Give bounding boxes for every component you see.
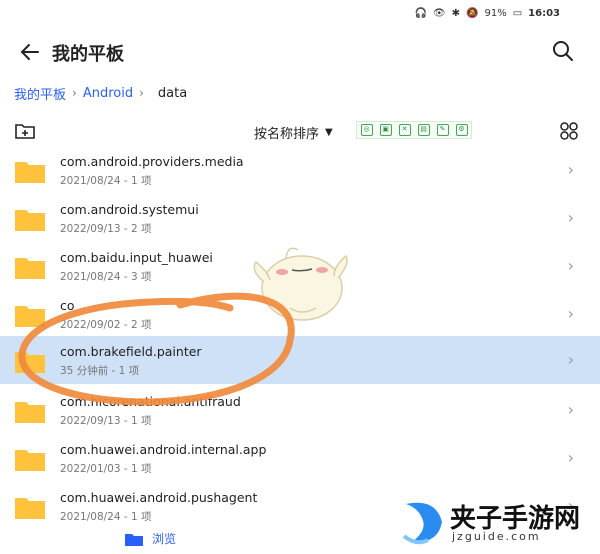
settings-icon[interactable]: ⚙ (455, 124, 468, 136)
file-meta: 2021/08/24 - 3 项 (60, 271, 152, 283)
grid-view-button[interactable] (560, 122, 578, 140)
chevron-right-icon: › (139, 86, 144, 100)
file-meta: 2021/08/24 - 1 项 (60, 511, 152, 523)
edit-icon[interactable]: ✎ (436, 124, 449, 136)
file-meta: 2022/01/03 - 1 项 (60, 463, 152, 475)
file-name: com.brakefield.painter (60, 344, 202, 359)
file-row[interactable]: com.brakefield.painter 35 分钟前 - 1 项 › (0, 336, 600, 384)
chevron-right-icon: › (567, 448, 574, 467)
site-watermark: 夹子手游网 jzguide.com (396, 492, 596, 552)
headphone-icon: 🎧 (414, 8, 427, 19)
folder-icon (15, 352, 45, 373)
chevron-right-icon: › (72, 86, 77, 100)
folder-icon (15, 402, 45, 423)
folder-icon (125, 533, 143, 546)
zoom-icon[interactable]: ◎ (360, 124, 373, 136)
file-name: com.huawei.android.pushagent (60, 490, 258, 505)
bluetooth-icon: ✱ (451, 8, 461, 19)
folder-icon (15, 498, 45, 519)
breadcrumb: 我的平板 › Android › data (14, 84, 188, 103)
mascot-sticker (253, 247, 348, 321)
bottom-nav-browse[interactable]: 浏览 (124, 530, 176, 547)
new-folder-button[interactable] (14, 122, 36, 140)
file-meta: 2022/09/02 - 2 项 (60, 319, 152, 331)
folder-icon (15, 162, 45, 183)
sort-dropdown[interactable]: 按名称排序 ▼ (254, 123, 333, 142)
chevron-right-icon: › (567, 400, 574, 419)
chevron-right-icon: › (567, 350, 574, 369)
chevron-right-icon: › (567, 256, 574, 275)
search-icon (553, 41, 573, 61)
folder-icon (15, 258, 45, 279)
floating-tool-strip: ◎ ▣ ✕ ▤ ✎ ⚙ (356, 121, 472, 139)
watermark-url: jzguide.com (452, 530, 541, 543)
page-title: 我的平板 (52, 44, 124, 65)
file-name: co (60, 298, 75, 313)
file-row[interactable]: com.android.providers.media 2021/08/24 - … (0, 146, 600, 194)
file-meta: 2022/09/13 - 1 项 (60, 415, 152, 427)
battery-icon: ▭ (512, 8, 523, 19)
watermark-logo (402, 502, 442, 545)
crop-icon[interactable]: ✕ (398, 124, 411, 136)
file-name: com.android.systemui (60, 202, 199, 217)
bottom-nav-browse-label: 浏览 (152, 532, 177, 546)
status-icons: 🎧 👁 ✱ 🔕 91% ▭ 16:03 (414, 8, 560, 19)
file-name: com.huawei.android.internal.app (60, 442, 267, 457)
breadcrumb-item-android[interactable]: Android (83, 86, 133, 101)
folder-plus-icon (15, 124, 35, 139)
file-meta: 2022/09/13 - 2 项 (60, 223, 152, 235)
grid-icon (560, 122, 578, 140)
file-meta: 35 分钟前 - 1 项 (60, 365, 140, 377)
chevron-right-icon: › (567, 208, 574, 227)
file-row[interactable]: com.huawei.android.internal.app 2022/01/0… (0, 434, 600, 482)
folder-icon (15, 210, 45, 231)
search-button[interactable] (552, 40, 574, 62)
file-list: com.android.providers.media 2021/08/24 - … (0, 146, 600, 526)
folder-icon (15, 450, 45, 471)
sort-label: 按名称排序 (254, 127, 320, 142)
mute-icon: 🔕 (466, 8, 479, 19)
breadcrumb-item-my-tablet[interactable]: 我的平板 (14, 84, 66, 103)
caret-down-icon: ▼ (325, 127, 333, 138)
image-icon[interactable]: ▤ (417, 124, 430, 136)
file-row[interactable]: com.hicorenational.antifraud 2022/09/13 -… (0, 386, 600, 434)
file-name: com.android.providers.media (60, 154, 244, 169)
file-name: com.baidu.input_huawei (60, 250, 213, 265)
folder-icon (15, 306, 45, 327)
status-bar: 🎧 👁 ✱ 🔕 91% ▭ 16:03 (0, 0, 600, 26)
chevron-right-icon: › (567, 304, 574, 323)
status-time: 16:03 (528, 8, 560, 19)
app-bar: 我的平板 (0, 30, 600, 74)
arrow-left-icon (20, 44, 39, 60)
eye-icon: 👁 (432, 8, 446, 19)
back-button[interactable] (18, 40, 46, 64)
save-icon[interactable]: ▣ (379, 124, 392, 136)
breadcrumb-item-data: data (157, 85, 188, 101)
file-meta: 2021/08/24 - 1 项 (60, 175, 152, 187)
battery-percent: 91% (484, 8, 507, 19)
chevron-right-icon: › (567, 160, 574, 179)
list-toolbar: 按名称排序 ▼ ◎ ▣ ✕ ▤ ✎ ⚙ (0, 118, 600, 146)
file-name: com.hicorenational.antifraud (60, 394, 241, 409)
